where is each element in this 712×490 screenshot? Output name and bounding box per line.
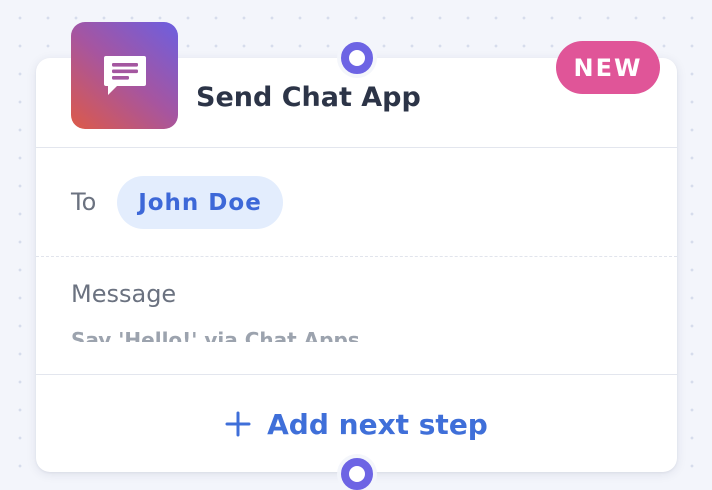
new-badge: NEW bbox=[556, 41, 660, 94]
chat-message-icon bbox=[71, 22, 178, 129]
chat-bubble-icon bbox=[103, 55, 146, 95]
output-connector-handle[interactable] bbox=[341, 458, 373, 490]
section-divider bbox=[36, 256, 677, 257]
recipient-chip[interactable]: John Doe bbox=[117, 176, 283, 229]
message-preview: Say 'Hello!' via Chat Apps bbox=[71, 328, 360, 342]
message-label: Message bbox=[71, 280, 177, 308]
plus-icon bbox=[225, 411, 251, 437]
node-title: Send Chat App bbox=[196, 82, 421, 113]
message-preview-container: Say 'Hello!' via Chat Apps bbox=[71, 320, 631, 342]
header-divider bbox=[36, 147, 677, 148]
input-connector-handle[interactable] bbox=[341, 42, 373, 74]
to-label: To bbox=[71, 188, 97, 216]
add-next-step-label: Add next step bbox=[267, 407, 488, 441]
